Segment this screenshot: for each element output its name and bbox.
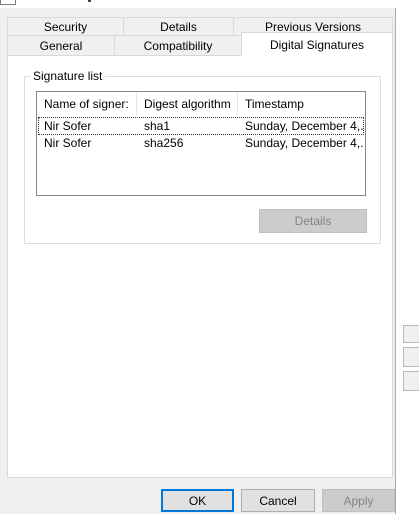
background-window-edge (403, 347, 419, 367)
table-row[interactable]: Nir Sofer sha1 Sunday, December 4,... (38, 117, 364, 135)
tab-details[interactable]: Details (123, 17, 234, 36)
signature-list-legend: Signature list (30, 69, 106, 83)
cell-digest: sha1 (144, 119, 171, 133)
cancel-button[interactable]: Cancel (241, 489, 315, 512)
cell-signer: Nir Sofer (44, 119, 92, 133)
details-button[interactable]: Details (259, 209, 367, 233)
table-row[interactable]: Nir Sofer sha256 Sunday, December 4,... (38, 134, 364, 152)
tab-digital-signatures[interactable]: Digital Signatures (241, 32, 393, 56)
cell-timestamp: Sunday, December 4,... (245, 119, 363, 133)
window-icon (0, 0, 16, 5)
signature-list[interactable]: Name of signer: Digest algorithm Timesta… (36, 91, 366, 196)
tab-general[interactable]: General (7, 35, 115, 56)
tab-security[interactable]: Security (7, 17, 124, 36)
column-header-timestamp[interactable]: Timestamp (238, 92, 365, 116)
title-fragment (88, 0, 91, 2)
tab-compatibility[interactable]: Compatibility (114, 35, 242, 56)
background-window-edge (403, 325, 419, 343)
apply-button[interactable]: Apply (322, 489, 395, 512)
column-header-signer[interactable]: Name of signer: (37, 92, 137, 116)
ok-button[interactable]: OK (161, 489, 234, 512)
cell-signer: Nir Sofer (44, 136, 92, 150)
column-header-digest[interactable]: Digest algorithm (137, 92, 238, 116)
background-window-edge (403, 371, 419, 391)
cell-digest: sha256 (144, 136, 184, 150)
cell-timestamp: Sunday, December 4,... (245, 136, 363, 150)
